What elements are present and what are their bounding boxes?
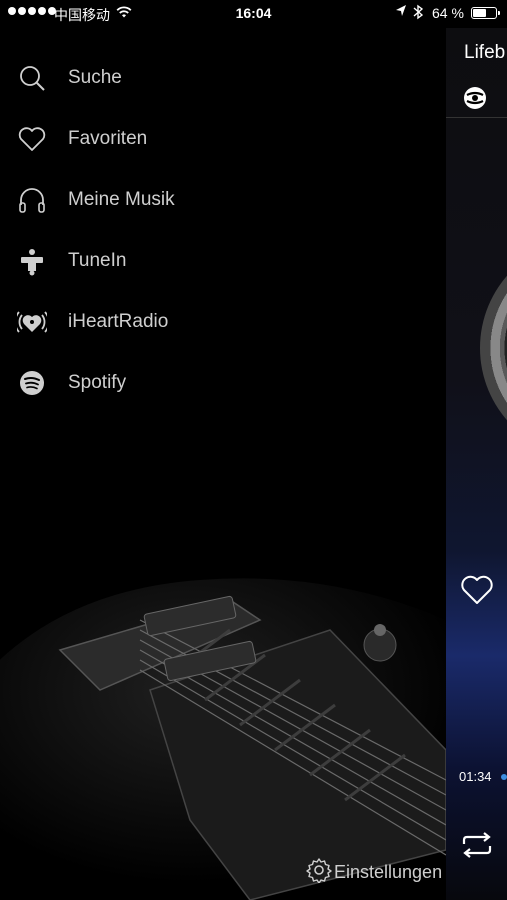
menu-item-label: Suche <box>68 66 122 88</box>
heart-icon <box>16 123 48 155</box>
side-menu: Suche Favoriten Meine Musik TuneIn iHear… <box>0 47 446 413</box>
progress-thumb[interactable] <box>501 774 507 780</box>
menu-item-label: Meine Musik <box>68 188 175 210</box>
settings-label: Einstellungen <box>334 861 443 882</box>
favorite-heart-icon[interactable] <box>459 572 495 608</box>
menu-item-tunein[interactable]: TuneIn <box>0 230 446 291</box>
location-arrow-icon <box>395 4 407 21</box>
menu-item-label: iHeartRadio <box>68 310 169 332</box>
gear-icon <box>306 857 332 888</box>
iheartradio-icon <box>16 306 48 338</box>
guitar-background-image <box>0 578 446 900</box>
repeat-icon[interactable] <box>460 830 494 860</box>
header-divider <box>446 117 507 118</box>
battery-icon <box>471 7 500 19</box>
menu-item-meine-musik[interactable]: Meine Musik <box>0 169 446 230</box>
settings-button[interactable]: Einstellungen <box>306 857 442 887</box>
menu-item-label: Spotify <box>68 371 127 393</box>
status-bar: 中国移动 16:04 64 % <box>0 0 507 28</box>
elapsed-time: 01:34 <box>459 769 492 784</box>
source-logo-icon <box>462 85 488 111</box>
album-art-disc <box>480 238 507 458</box>
menu-item-favoriten[interactable]: Favoriten <box>0 108 446 169</box>
now-playing-panel[interactable]: Lifeb 01:34 <box>446 28 507 900</box>
menu-item-spotify[interactable]: Spotify <box>0 352 446 413</box>
menu-item-iheartradio[interactable]: iHeartRadio <box>0 291 446 352</box>
menu-item-label: Favoriten <box>68 127 148 149</box>
bluetooth-icon <box>413 4 424 23</box>
battery-percentage: 64 % <box>432 5 464 21</box>
track-title: Lifeb <box>464 42 506 63</box>
spotify-icon <box>16 367 48 399</box>
clock: 16:04 <box>235 5 272 21</box>
menu-item-suche[interactable]: Suche <box>0 47 446 108</box>
headphones-icon <box>16 184 48 216</box>
search-icon <box>16 62 48 94</box>
tunein-icon <box>16 245 48 277</box>
menu-item-label: TuneIn <box>68 249 127 271</box>
